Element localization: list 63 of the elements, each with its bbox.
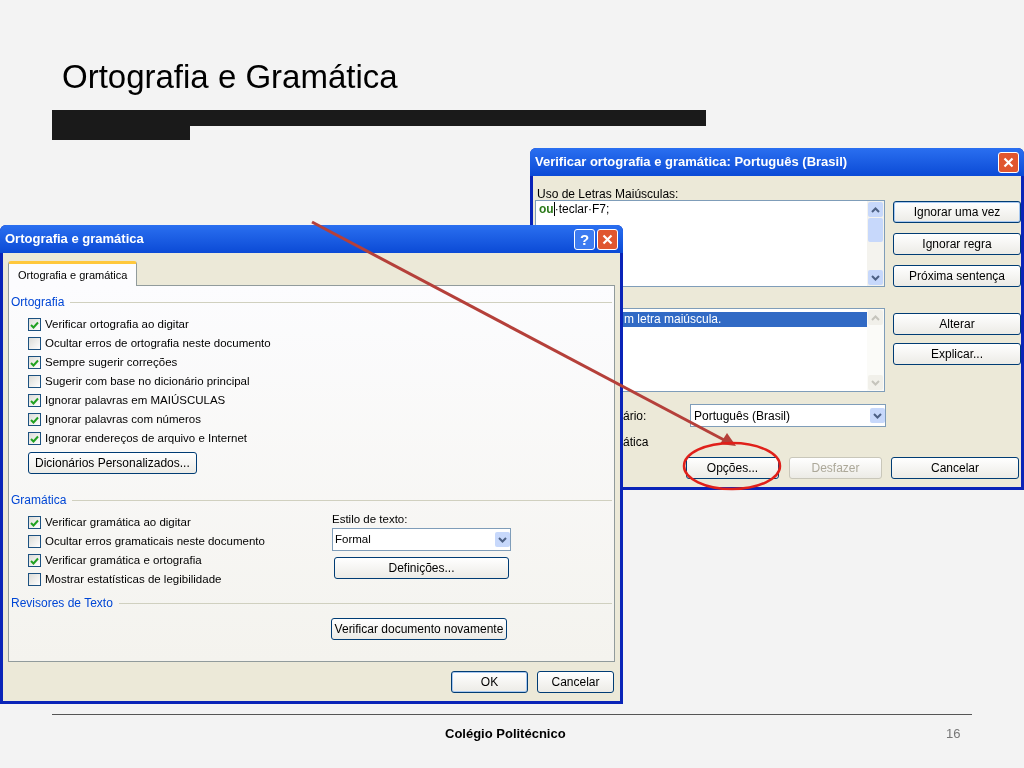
scroll-thumb[interactable] bbox=[868, 218, 883, 242]
scroll-down-icon[interactable] bbox=[870, 408, 885, 423]
slide-title: Ortografia e Gramática bbox=[62, 57, 398, 97]
field-label: ática bbox=[623, 434, 649, 451]
checkbox[interactable] bbox=[28, 554, 41, 567]
field-label: ário: bbox=[623, 408, 647, 425]
section-heading: Ortografia bbox=[11, 294, 65, 311]
checkbox[interactable] bbox=[28, 394, 41, 407]
dialog-button[interactable]: Definições... bbox=[334, 557, 509, 579]
style-dropdown[interactable]: Formal bbox=[332, 528, 511, 551]
scroll-up-icon[interactable] bbox=[868, 202, 883, 217]
dialog-button[interactable]: Próxima sentença bbox=[893, 265, 1021, 287]
dialog-button[interactable]: Opções... bbox=[686, 457, 779, 479]
checkbox-label: Mostrar estatísticas de legibilidade bbox=[45, 571, 222, 587]
checkbox-label: Ocultar erros de ortografia neste documento bbox=[45, 335, 271, 351]
suggestions-list[interactable]: m letra maiúscula. bbox=[622, 308, 885, 392]
checkbox-label: Verificar gramática ao digitar bbox=[45, 514, 191, 530]
slide-footer: Colégio Politécnico bbox=[445, 724, 566, 744]
checkbox-label: Verificar ortografia ao digitar bbox=[45, 316, 189, 332]
close-icon bbox=[602, 233, 613, 245]
dialog-button[interactable]: Cancelar bbox=[537, 671, 614, 693]
dialog-button[interactable]: Alterar bbox=[893, 313, 1021, 335]
checkbox[interactable] bbox=[28, 356, 41, 369]
dialog-button[interactable]: Ignorar uma vez bbox=[893, 201, 1021, 223]
dialog-button[interactable]: OK bbox=[451, 671, 528, 693]
language-dropdown[interactable]: Português (Brasil) bbox=[690, 404, 886, 427]
page-number: 16 bbox=[946, 725, 961, 743]
checkbox-label: Ocultar erros gramaticais neste documento bbox=[45, 533, 265, 549]
dialog-button[interactable]: Ignorar regra bbox=[893, 233, 1021, 255]
sentence-text: ou·teclar·F7; bbox=[539, 202, 610, 216]
field-label: Estilo de texto: bbox=[332, 512, 409, 526]
scroll-down-icon[interactable] bbox=[868, 270, 883, 285]
checkbox-label: Ignorar palavras com números bbox=[45, 411, 201, 427]
close-button[interactable] bbox=[597, 228, 618, 250]
checkbox[interactable] bbox=[28, 535, 41, 548]
close-icon bbox=[1003, 156, 1014, 168]
checkbox-label: Sugerir com base no dicionário principal bbox=[45, 373, 250, 389]
checkbox-label: Ignorar endereços de arquivo e Internet bbox=[45, 430, 248, 446]
window-title: Ortografia e gramática bbox=[5, 230, 144, 249]
checkbox-label: Verificar gramática e ortografia bbox=[45, 552, 202, 568]
checkbox[interactable] bbox=[28, 432, 41, 445]
help-button[interactable]: ? bbox=[574, 228, 595, 250]
checkbox[interactable] bbox=[28, 516, 41, 529]
tab[interactable]: Ortografia e gramática bbox=[8, 261, 138, 286]
suggestion-item[interactable]: m letra maiúscula. bbox=[622, 312, 867, 327]
section-heading: Gramática bbox=[11, 492, 67, 509]
checkbox-label: Ignorar palavras em MAIÚSCULAS bbox=[45, 392, 226, 408]
close-button[interactable] bbox=[998, 151, 1019, 173]
checkbox[interactable] bbox=[28, 318, 41, 331]
checkbox[interactable] bbox=[28, 573, 41, 586]
dialog-button[interactable]: Verificar documento novamente bbox=[331, 618, 507, 640]
checkbox[interactable] bbox=[28, 337, 41, 350]
dialog-button[interactable]: Cancelar bbox=[891, 457, 1019, 479]
checkbox-label: Sempre sugerir correções bbox=[45, 354, 178, 370]
scrollbar[interactable] bbox=[867, 201, 884, 286]
window-title: Verificar ortografia e gramática: Português (Brasil) bbox=[535, 153, 848, 172]
field-label: Uso de Letras Maiúsculas: bbox=[537, 186, 679, 203]
checkbox[interactable] bbox=[28, 413, 41, 426]
scroll-down-icon[interactable] bbox=[495, 532, 510, 547]
dialog-button[interactable]: Explicar... bbox=[893, 343, 1021, 365]
dialog-button[interactable]: Dicionários Personalizados... bbox=[28, 452, 197, 474]
checkbox[interactable] bbox=[28, 375, 41, 388]
section-heading: Revisores de Texto bbox=[11, 595, 113, 612]
